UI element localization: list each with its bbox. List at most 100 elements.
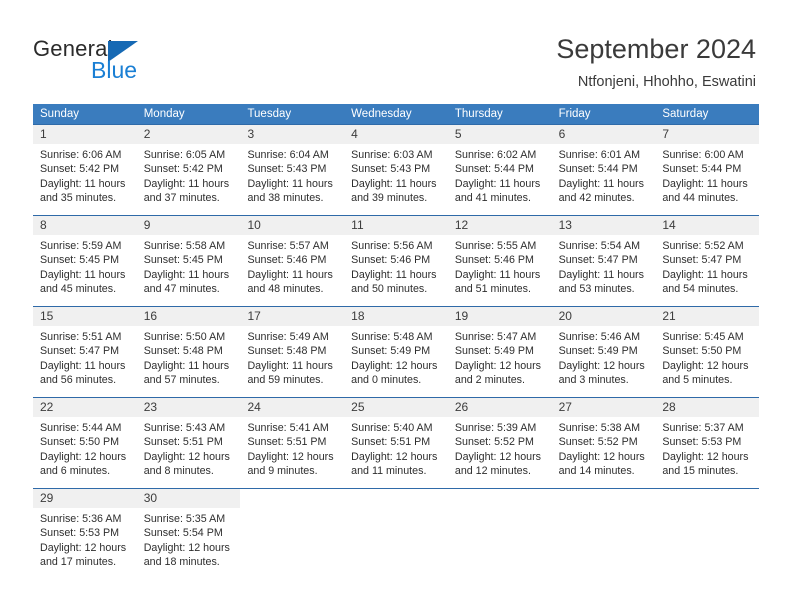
sunset-text: Sunset: 5:44 PM <box>454 163 534 176</box>
day-cell[interactable]: 20 Sunrise: 5:46 AM Sunset: 5:49 PM Dayl… <box>551 307 656 397</box>
sunset-text: Sunset: 5:47 PM <box>558 254 638 267</box>
daylight-text-line2: and 5 minutes. <box>662 373 733 386</box>
sunrise-text: Sunrise: 6:00 AM <box>662 149 744 161</box>
daylight-text-line1: Daylight: 12 hours <box>662 359 749 372</box>
day-cell[interactable]: 21 Sunrise: 5:45 AM Sunset: 5:50 PM Dayl… <box>655 307 760 397</box>
day-cell[interactable]: 26 Sunrise: 5:39 AM Sunset: 5:52 PM Dayl… <box>447 398 552 488</box>
sunrise-text: Sunrise: 5:41 AM <box>247 422 329 434</box>
day-cell[interactable]: 9 Sunrise: 5:58 AM Sunset: 5:45 PM Dayli… <box>136 216 241 306</box>
daylight-text-line2: and 3 minutes. <box>558 373 629 386</box>
day-details <box>344 508 448 512</box>
day-number: 25 <box>351 400 365 414</box>
day-cell[interactable]: 23 Sunrise: 5:43 AM Sunset: 5:51 PM Dayl… <box>136 398 241 488</box>
daylight-text-line1: Daylight: 11 hours <box>143 359 230 372</box>
daylight-text-line2: and 37 minutes. <box>143 191 220 204</box>
daylight-text-line1: Daylight: 12 hours <box>247 450 334 463</box>
day-details: Sunrise: 5:50 AM Sunset: 5:48 PM Dayligh… <box>137 326 241 387</box>
sunset-text: Sunset: 5:45 PM <box>143 254 223 267</box>
sunset-text: Sunset: 5:50 PM <box>40 436 120 449</box>
day-number-band: 28 <box>655 398 760 417</box>
day-details: Sunrise: 6:03 AM Sunset: 5:43 PM Dayligh… <box>344 144 448 205</box>
sunset-text: Sunset: 5:43 PM <box>247 163 327 176</box>
day-number: 20 <box>558 309 572 323</box>
sunset-text: Sunset: 5:51 PM <box>143 436 223 449</box>
day-cell[interactable]: 14 Sunrise: 5:52 AM Sunset: 5:47 PM Dayl… <box>655 216 760 306</box>
day-details: Sunrise: 5:46 AM Sunset: 5:49 PM Dayligh… <box>552 326 656 387</box>
day-number: 8 <box>40 218 47 232</box>
day-details: Sunrise: 5:47 AM Sunset: 5:49 PM Dayligh… <box>448 326 552 387</box>
day-cell[interactable]: 29 Sunrise: 5:36 AM Sunset: 5:53 PM Dayl… <box>33 489 137 579</box>
sunrise-text: Sunrise: 5:38 AM <box>558 422 640 434</box>
day-cell[interactable]: 3 Sunrise: 6:04 AM Sunset: 5:43 PM Dayli… <box>240 125 345 215</box>
day-details: Sunrise: 5:43 AM Sunset: 5:51 PM Dayligh… <box>137 417 241 478</box>
day-cell[interactable]: 11 Sunrise: 5:56 AM Sunset: 5:46 PM Dayl… <box>344 216 448 306</box>
day-cell[interactable]: 27 Sunrise: 5:38 AM Sunset: 5:52 PM Dayl… <box>551 398 656 488</box>
day-cell[interactable]: 25 Sunrise: 5:40 AM Sunset: 5:51 PM Dayl… <box>344 398 448 488</box>
day-details <box>552 508 656 512</box>
day-number: 24 <box>247 400 261 414</box>
day-number: 19 <box>454 309 469 323</box>
daylight-text-line2: and 56 minutes. <box>40 373 117 386</box>
day-number: 3 <box>247 127 255 141</box>
day-cell[interactable]: 13 Sunrise: 5:54 AM Sunset: 5:47 PM Dayl… <box>551 216 656 306</box>
day-cell[interactable]: 16 Sunrise: 5:50 AM Sunset: 5:48 PM Dayl… <box>136 307 241 397</box>
daylight-text-line2: and 12 minutes. <box>454 464 531 477</box>
day-cell[interactable]: 19 Sunrise: 5:47 AM Sunset: 5:49 PM Dayl… <box>447 307 552 397</box>
brand-logo[interactable]: General Blue <box>33 36 273 88</box>
day-number-band: 13 <box>551 216 656 235</box>
page-title: September 2024 <box>556 34 756 64</box>
day-number-band <box>552 489 656 508</box>
day-number: 22 <box>40 400 54 414</box>
sunset-text: Sunset: 5:49 PM <box>454 345 534 358</box>
day-cell[interactable]: 28 Sunrise: 5:37 AM Sunset: 5:53 PM Dayl… <box>655 398 760 488</box>
sunset-text: Sunset: 5:51 PM <box>351 436 431 449</box>
day-details: Sunrise: 6:00 AM Sunset: 5:44 PM Dayligh… <box>655 144 759 205</box>
daylight-text-line1: Daylight: 11 hours <box>662 177 748 190</box>
day-number-band: 15 <box>33 307 137 326</box>
sunrise-text: Sunrise: 5:36 AM <box>40 513 122 525</box>
daylight-text-line1: Daylight: 11 hours <box>351 268 437 281</box>
day-cell[interactable]: 17 Sunrise: 5:49 AM Sunset: 5:48 PM Dayl… <box>240 307 345 397</box>
sunset-text: Sunset: 5:47 PM <box>40 345 120 358</box>
day-cell-empty <box>655 489 760 579</box>
day-number: 27 <box>558 400 572 414</box>
day-number-band: 17 <box>240 307 345 326</box>
day-cell[interactable]: 7 Sunrise: 6:00 AM Sunset: 5:44 PM Dayli… <box>655 125 760 215</box>
day-details: Sunrise: 5:51 AM Sunset: 5:47 PM Dayligh… <box>33 326 137 387</box>
sunrise-text: Sunrise: 6:05 AM <box>143 149 226 161</box>
daylight-text-line1: Daylight: 12 hours <box>351 450 438 463</box>
day-number: 29 <box>40 491 54 505</box>
day-number-band <box>344 489 448 508</box>
day-cell[interactable]: 2 Sunrise: 6:05 AM Sunset: 5:42 PM Dayli… <box>136 125 241 215</box>
day-cell[interactable]: 18 Sunrise: 5:48 AM Sunset: 5:49 PM Dayl… <box>344 307 448 397</box>
day-cell[interactable]: 4 Sunrise: 6:03 AM Sunset: 5:43 PM Dayli… <box>344 125 448 215</box>
sunrise-text: Sunrise: 6:04 AM <box>247 149 329 161</box>
day-cell[interactable]: 6 Sunrise: 6:01 AM Sunset: 5:44 PM Dayli… <box>551 125 656 215</box>
day-details: Sunrise: 5:41 AM Sunset: 5:51 PM Dayligh… <box>240 417 344 478</box>
day-cell[interactable]: 8 Sunrise: 5:59 AM Sunset: 5:45 PM Dayli… <box>33 216 137 306</box>
day-number: 23 <box>143 400 158 414</box>
day-cell[interactable]: 1 Sunrise: 6:06 AM Sunset: 5:42 PM Dayli… <box>33 125 137 215</box>
day-cell[interactable]: 30 Sunrise: 5:35 AM Sunset: 5:54 PM Dayl… <box>136 489 241 579</box>
week-row: 29 Sunrise: 5:36 AM Sunset: 5:53 PM Dayl… <box>33 488 760 579</box>
day-cell[interactable]: 5 Sunrise: 6:02 AM Sunset: 5:44 PM Dayli… <box>447 125 552 215</box>
sunset-text: Sunset: 5:47 PM <box>662 254 742 267</box>
day-cell[interactable]: 12 Sunrise: 5:55 AM Sunset: 5:46 PM Dayl… <box>447 216 552 306</box>
day-cell[interactable]: 22 Sunrise: 5:44 AM Sunset: 5:50 PM Dayl… <box>33 398 137 488</box>
daylight-text-line1: Daylight: 11 hours <box>454 177 541 190</box>
day-details: Sunrise: 5:52 AM Sunset: 5:47 PM Dayligh… <box>655 235 759 296</box>
sunrise-text: Sunrise: 5:50 AM <box>143 331 226 343</box>
daylight-text-line2: and 51 minutes. <box>454 282 531 295</box>
daylight-text-line1: Daylight: 11 hours <box>40 177 126 190</box>
day-cell-empty <box>551 489 656 579</box>
day-number-band: 12 <box>447 216 552 235</box>
day-cell[interactable]: 10 Sunrise: 5:57 AM Sunset: 5:46 PM Dayl… <box>240 216 345 306</box>
weekday-header-tuesday: Tuesday <box>247 108 292 120</box>
day-cell[interactable]: 15 Sunrise: 5:51 AM Sunset: 5:47 PM Dayl… <box>33 307 137 397</box>
sunrise-text: Sunrise: 5:57 AM <box>247 240 329 252</box>
day-details: Sunrise: 5:39 AM Sunset: 5:52 PM Dayligh… <box>448 417 552 478</box>
daylight-text-line1: Daylight: 12 hours <box>558 359 645 372</box>
day-cell[interactable]: 24 Sunrise: 5:41 AM Sunset: 5:51 PM Dayl… <box>240 398 345 488</box>
day-details: Sunrise: 5:38 AM Sunset: 5:52 PM Dayligh… <box>552 417 656 478</box>
sunrise-text: Sunrise: 5:44 AM <box>40 422 122 434</box>
